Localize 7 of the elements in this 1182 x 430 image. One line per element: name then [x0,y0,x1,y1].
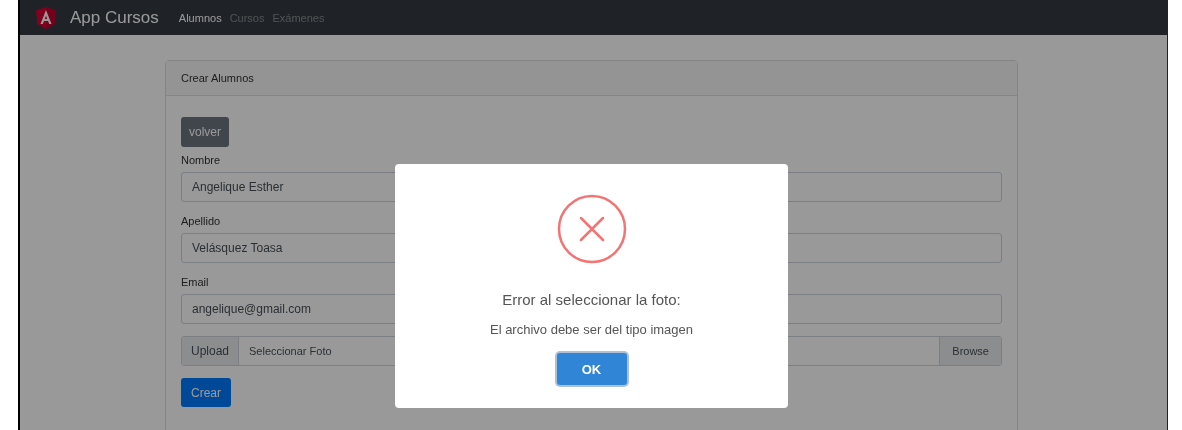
field-label: Nombre [181,154,222,166]
field-label: Apellido [181,215,222,227]
field-label: Email [181,276,210,288]
dialog-message: El archivo debe ser del tipo imagen [489,322,694,337]
upload-label: Upload [182,337,240,365]
dialog-title: Error al seleccionar la foto: [502,291,681,308]
card-title: Crear Alumnos [181,72,254,84]
